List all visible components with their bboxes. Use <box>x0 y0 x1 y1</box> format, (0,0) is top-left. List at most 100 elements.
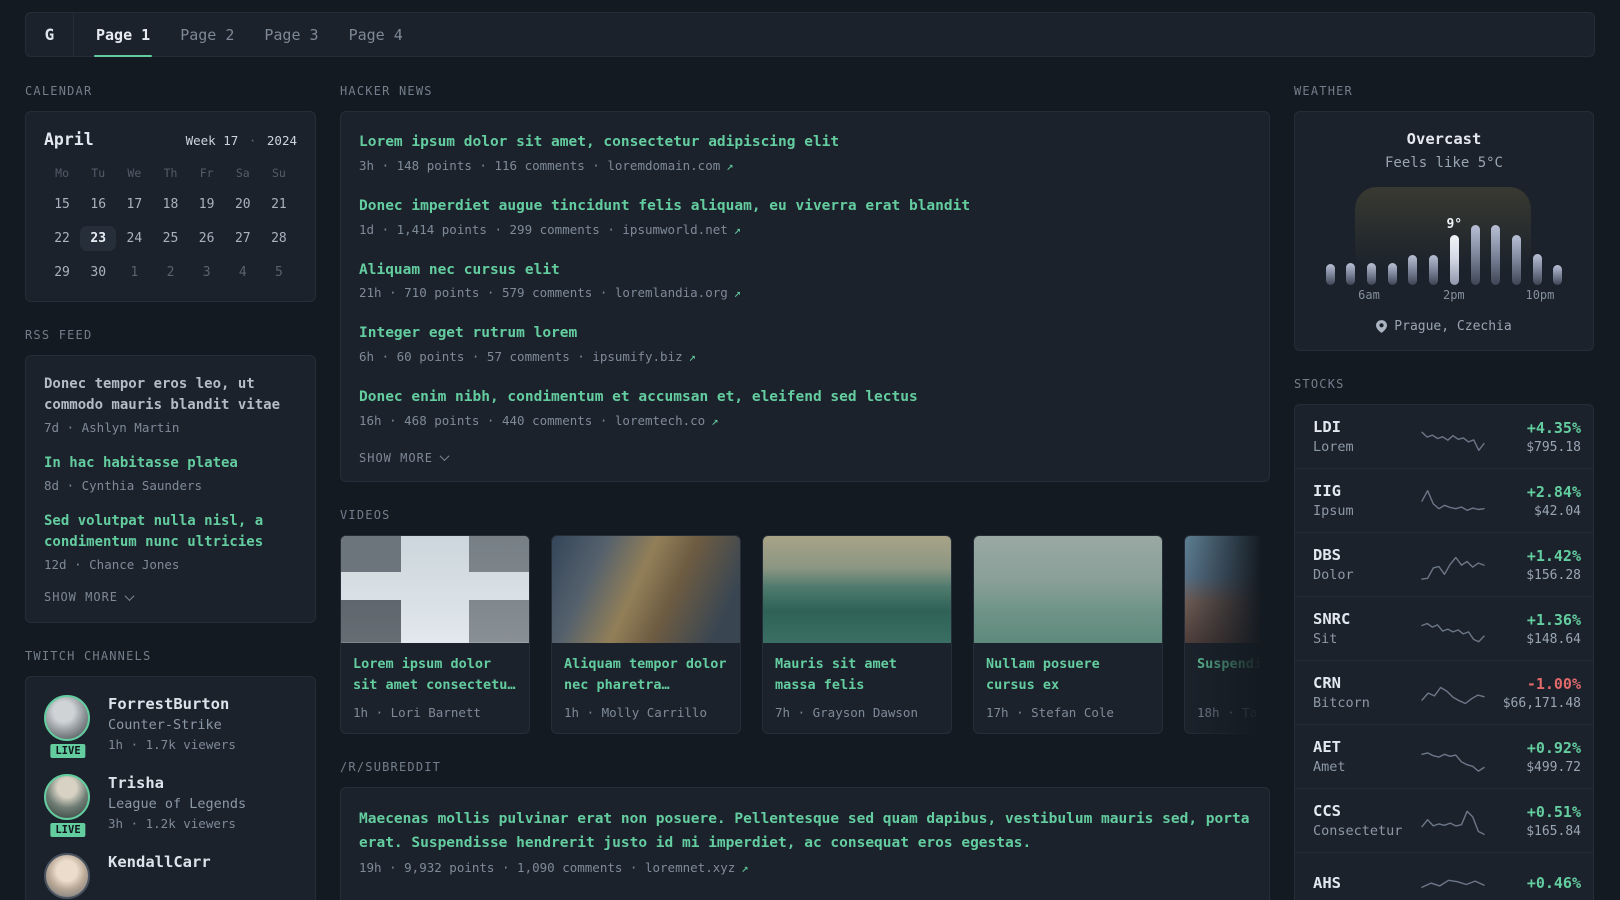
video-card[interactable]: Aliquam tempor dolor nec pharetra… 1h · … <box>551 534 741 734</box>
calendar-day: 20 <box>234 197 251 212</box>
rss-show-more-button[interactable]: SHOW MORE <box>44 590 297 604</box>
video-card[interactable]: Suspendisse diam 18h · Tara <box>1184 534 1270 734</box>
video-card[interactable]: Mauris sit amet massa felis 7h · Grayson… <box>762 534 952 734</box>
twitch-channel-name[interactable]: KendallCarr <box>108 853 211 871</box>
calendar-day: 15 <box>54 197 70 212</box>
twitch-avatar[interactable] <box>44 853 90 899</box>
hackernews-item-title[interactable]: Lorem ipsum dolor sit amet, consectetur … <box>359 132 1251 154</box>
video-title[interactable]: Suspendisse diam <box>1197 654 1270 696</box>
middle-column: HACKER NEWS Lorem ipsum dolor sit amet, … <box>340 84 1270 900</box>
weather-temp-bar <box>1346 263 1356 285</box>
stock-row: AHS +0.46% <box>1295 852 1593 900</box>
video-title[interactable]: Nullam posuere cursus ex <box>986 654 1150 696</box>
twitch-channel-row: LIVE Trisha League of Legends 3h · 1.2k … <box>44 774 297 840</box>
stock-ticker[interactable]: AET <box>1313 738 1421 756</box>
nav-tab[interactable]: Page 3 <box>264 13 318 56</box>
widget-title-stocks: STOCKS <box>1294 377 1345 391</box>
twitch-avatar[interactable] <box>44 774 90 820</box>
calendar-day: 4 <box>238 265 247 280</box>
stock-ticker[interactable]: CRN <box>1313 674 1421 692</box>
video-title[interactable]: Aliquam tempor dolor nec pharetra… <box>564 654 728 696</box>
video-thumbnail[interactable] <box>341 535 529 643</box>
hackernews-show-more-button[interactable]: SHOW MORE <box>359 451 1251 465</box>
twitch-avatar[interactable] <box>44 695 90 741</box>
stock-price: $165.84 <box>1526 823 1581 839</box>
stock-ticker[interactable]: CCS <box>1313 802 1421 820</box>
video-card[interactable]: Nullam posuere cursus ex 17h · Stefan Co… <box>973 534 1163 734</box>
calendar-day: 16 <box>90 197 107 212</box>
calendar-weekday-header: Th <box>163 166 178 180</box>
rss-item-title[interactable]: Sed volutpat nulla nisl, a condimentum n… <box>44 511 297 553</box>
external-link-icon: ↗ <box>741 860 749 875</box>
hackernews-item-meta: 21h · 710 points · 579 comments · loreml… <box>359 285 742 301</box>
stock-name: Consectetur <box>1313 823 1403 839</box>
video-thumbnail[interactable] <box>1185 535 1270 643</box>
hackernews-item-domain[interactable]: ipsumify.biz <box>592 349 682 364</box>
video-title[interactable]: Lorem ipsum dolor sit amet consectetu… <box>353 654 517 696</box>
hackernews-item-title[interactable]: Integer eget rutrum lorem <box>359 323 1251 345</box>
stock-ticker[interactable]: LDI <box>1313 418 1421 436</box>
weather-temp-bar <box>1511 235 1521 285</box>
stock-ticker[interactable]: AHS <box>1313 874 1421 892</box>
weather-temp-bar <box>1532 254 1542 285</box>
calendar-day: 21 <box>271 197 287 212</box>
stock-row: LDI Lorem +4.35% $795.18 <box>1295 405 1593 468</box>
reddit-post-title[interactable]: Maecenas mollis pulvinar erat non posuer… <box>359 808 1251 856</box>
weather-hour-column: 9° <box>1446 187 1462 285</box>
app-logo[interactable]: G <box>26 13 74 56</box>
hackernews-item-domain[interactable]: loremtech.co <box>615 413 705 428</box>
weather-temp-bar <box>1325 264 1335 285</box>
calendar-day: 30 <box>90 265 107 280</box>
hackernews-item-domain[interactable]: loremlandia.org <box>615 285 728 300</box>
live-badge: LIVE <box>47 741 89 761</box>
reddit-post-domain[interactable]: loremnet.xyz <box>645 860 735 875</box>
weather-temp-bar <box>1449 235 1459 285</box>
video-thumbnail[interactable] <box>974 535 1162 643</box>
rss-item-title[interactable]: In hac habitasse platea <box>44 453 297 474</box>
stock-row: DBS Dolor +1.42% $156.28 <box>1295 532 1593 596</box>
calendar-widget: CALENDAR April Week 17 · 2024 Mo Tu We T… <box>25 84 316 302</box>
hackernews-item-domain[interactable]: loremdomain.com <box>607 158 720 173</box>
stock-price: $148.64 <box>1526 631 1581 647</box>
calendar-day: 25 <box>162 231 179 246</box>
stock-ticker[interactable]: IIG <box>1313 482 1421 500</box>
right-column: WEATHER Overcast Feels like 5°C 9° 6am 2… <box>1294 84 1594 900</box>
stock-ticker[interactable]: SNRC <box>1313 610 1421 628</box>
hackernews-item-title[interactable]: Aliquam nec cursus elit <box>359 260 1251 282</box>
calendar-day: 5 <box>275 265 283 280</box>
nav-tab[interactable]: Page 2 <box>180 13 234 56</box>
video-thumbnail[interactable] <box>763 535 951 643</box>
weather-time-axis: 6am 2pm 10pm <box>1321 288 1567 304</box>
video-thumbnail[interactable] <box>552 535 740 643</box>
calendar-weekday-header: Sa <box>235 166 250 180</box>
videos-row: Lorem ipsum dolor sit amet consectetu… 1… <box>340 534 1270 734</box>
calendar-day: 27 <box>234 231 251 246</box>
hackernews-item-title[interactable]: Donec imperdiet augue tincidunt felis al… <box>359 196 1251 218</box>
calendar-day: 19 <box>198 197 215 212</box>
calendar-day: 26 <box>198 231 215 246</box>
nav-tab[interactable]: Page 4 <box>349 13 403 56</box>
hackernews-item-title[interactable]: Donec enim nibh, condimentum et accumsan… <box>359 387 1251 409</box>
stock-name: Lorem <box>1313 439 1354 455</box>
weather-hourly-chart: 9° <box>1321 187 1567 285</box>
hackernews-item: Donec imperdiet augue tincidunt felis al… <box>359 196 1251 237</box>
stock-row: SNRC Sit +1.36% $148.64 <box>1295 596 1593 660</box>
weather-temp-bar <box>1470 225 1480 285</box>
nav-tab[interactable]: Page 1 <box>93 13 153 57</box>
stock-change-percent: +2.84% <box>1526 482 1581 501</box>
hackernews-item-domain[interactable]: ipsumworld.net <box>622 222 727 237</box>
widget-title-weather: WEATHER <box>1294 84 1353 98</box>
subreddit-widget: /R/SUBREDDIT Maecenas mollis pulvinar er… <box>340 760 1270 900</box>
hackernews-item: Lorem ipsum dolor sit amet, consectetur … <box>359 132 1251 173</box>
twitch-channel-name[interactable]: Trisha <box>108 774 246 792</box>
stock-ticker[interactable]: DBS <box>1313 546 1421 564</box>
stock-row: CRN Bitcorn -1.00% $66,171.48 <box>1295 660 1593 724</box>
rss-item: Donec tempor eros leo, ut commodo mauris… <box>44 374 297 435</box>
twitch-channel-row: KendallCarr <box>44 853 297 899</box>
weather-condition: Overcast <box>1406 130 1482 148</box>
rss-item-title[interactable]: Donec tempor eros leo, ut commodo mauris… <box>44 374 297 416</box>
twitch-channel-name[interactable]: ForrestBurton <box>108 695 236 713</box>
video-card[interactable]: Lorem ipsum dolor sit amet consectetu… 1… <box>340 534 530 734</box>
video-title[interactable]: Mauris sit amet massa felis <box>775 654 939 696</box>
rss-item: Sed volutpat nulla nisl, a condimentum n… <box>44 511 297 572</box>
